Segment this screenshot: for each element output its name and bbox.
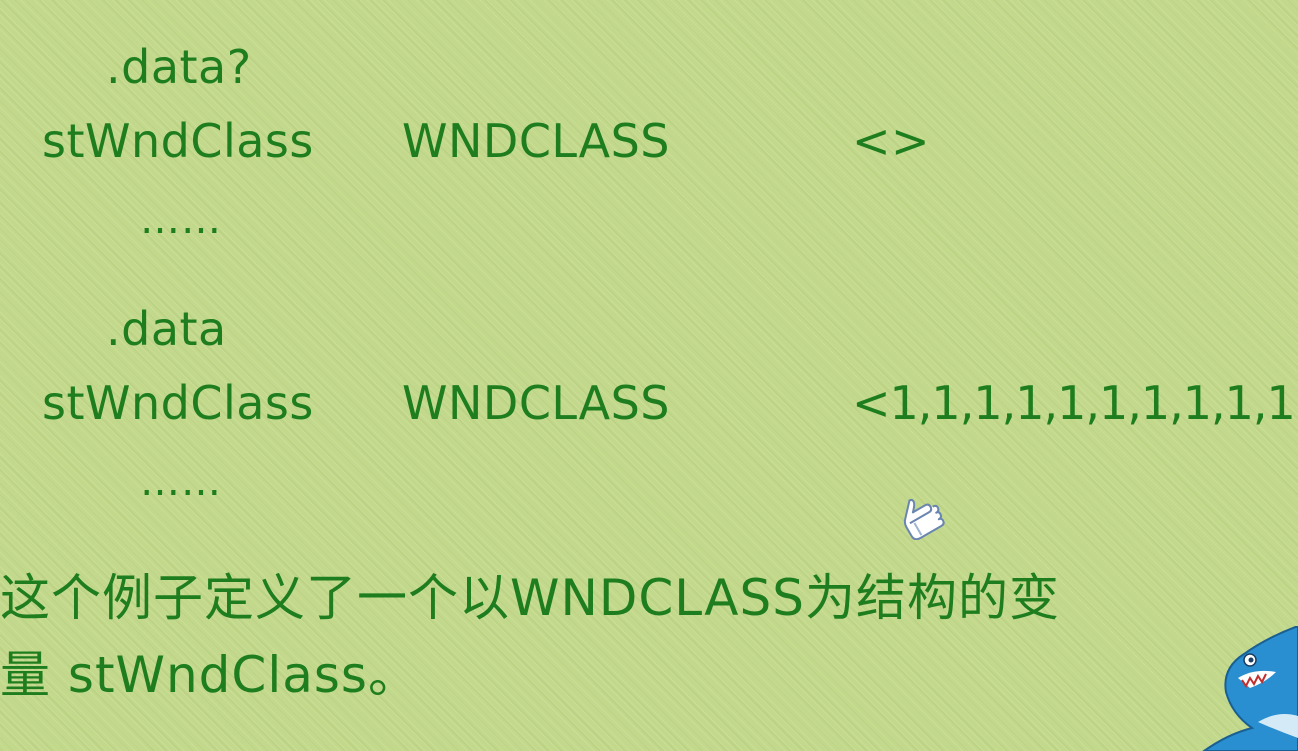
explanation-line-1: 这个例子定义了一个以WNDCLASS为结构的变 (0, 569, 1060, 627)
init-value-1: <> (852, 114, 931, 168)
explanation-line-2: 量 stWndClass。 (0, 646, 419, 704)
data-directive: .data (106, 302, 227, 356)
var-name-2: stWndClass (42, 376, 314, 430)
init-value-2: <1,1,1,1,1,1,1,1,1,1> (852, 376, 1298, 430)
ellipsis-2: …… (140, 459, 222, 505)
type-name-1: WNDCLASS (402, 114, 670, 168)
ellipsis-1: …… (140, 197, 222, 243)
shark-mascot-icon (1202, 626, 1298, 751)
data-uninit-directive: .data? (106, 40, 252, 94)
var-name-1: stWndClass (42, 114, 314, 168)
slide: .data? stWndClass WNDCLASS <> …… .data s… (0, 0, 1298, 751)
pointing-hand-cursor-icon (903, 498, 945, 540)
type-name-2: WNDCLASS (402, 376, 670, 430)
